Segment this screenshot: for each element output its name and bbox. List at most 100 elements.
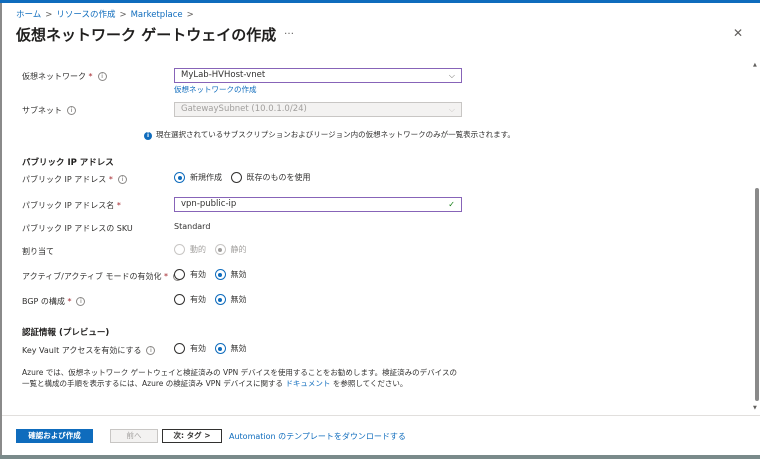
chevron-down-icon: ⌵	[448, 71, 455, 80]
radio-enabled[interactable]: 有効	[174, 269, 206, 280]
radio-button[interactable]	[214, 343, 226, 354]
radio-button[interactable]	[214, 294, 226, 305]
page-title: 仮想ネットワーク ゲートウェイの作成	[16, 26, 277, 44]
sku-value: Standard	[174, 222, 211, 231]
assignment-label: 割り当て	[22, 247, 54, 256]
note-text-end: を参照してください。	[330, 379, 408, 388]
checkmark-icon: ✓	[448, 200, 455, 209]
subnet-select[interactable]: GatewaySubnet (10.0.1.0/24) ⌵	[174, 102, 462, 117]
public-ip-name-input[interactable]: vpn-public-ip ✓	[174, 197, 462, 212]
public-ip-name-label: パブリック IP アドレス名 *	[22, 200, 121, 211]
scroll-up-icon[interactable]: ▲	[753, 62, 757, 68]
radio-label: 既存のものを使用	[246, 173, 311, 182]
breadcrumb-create-resource[interactable]: リソースの作成	[56, 10, 115, 20]
bgp-label: BGP の構成 * i	[22, 296, 86, 307]
scroll-down-icon[interactable]: ▼	[753, 405, 757, 411]
subnet-value: GatewaySubnet (10.0.1.0/24)	[181, 104, 307, 114]
info-icon[interactable]: i	[76, 297, 86, 306]
radio-button[interactable]	[174, 172, 185, 183]
documentation-link[interactable]: ドキュメント	[285, 379, 330, 388]
previous-button: 前へ	[110, 429, 158, 443]
public-ip-name-label-text: パブリック IP アドレス名	[22, 201, 115, 210]
public-ip-label: パブリック IP アドレス * i	[22, 174, 127, 185]
radio-button[interactable]	[174, 269, 185, 280]
radio-enabled[interactable]: 有効	[174, 343, 206, 354]
public-ip-section-title: パブリック IP アドレス	[22, 158, 114, 168]
radio-button	[174, 244, 185, 255]
radio-label: 有効	[190, 270, 206, 279]
chevron-right-icon: >	[45, 10, 53, 20]
radio-button[interactable]	[230, 172, 242, 183]
vnet-value: MyLab-HVHost-vnet	[181, 70, 266, 80]
key-vault-label: Key Vault アクセスを有効にする i	[22, 345, 156, 356]
radio-label: 有効	[190, 344, 206, 353]
info-icon[interactable]: i	[67, 106, 76, 115]
assignment-radio-group: 動的 静的	[174, 244, 253, 257]
vnet-select[interactable]: MyLab-HVHost-vnet ⌵	[174, 68, 462, 83]
breadcrumb-marketplace[interactable]: Marketplace	[131, 10, 183, 20]
breadcrumb-home[interactable]: ホーム	[16, 10, 41, 20]
active-active-label: アクティブ/アクティブ モードの有効化 *i	[22, 271, 183, 282]
radio-label: 無効	[230, 270, 247, 279]
review-create-button[interactable]: 確認および作成	[16, 429, 93, 443]
radio-label: 無効	[230, 344, 247, 353]
required-marker: *	[64, 297, 72, 306]
top-accent-bar	[0, 0, 760, 3]
radio-dynamic: 動的	[174, 244, 206, 255]
radio-disabled[interactable]: 無効	[214, 294, 247, 305]
radio-enabled[interactable]: 有効	[174, 294, 206, 305]
taskbar-edge	[0, 455, 760, 459]
radio-disabled[interactable]: 無効	[214, 269, 247, 280]
sku-label: パブリック IP アドレスの SKU	[22, 224, 133, 233]
active-active-label-text: アクティブ/アクティブ モードの有効化	[22, 272, 162, 281]
public-ip-label-text: パブリック IP アドレス	[22, 175, 107, 184]
chevron-right-icon: >	[186, 10, 194, 20]
radio-static: 静的	[214, 244, 247, 255]
required-marker: *	[114, 201, 121, 210]
bgp-radio-group: 有効 無効	[174, 294, 253, 307]
radio-label: 無効	[230, 295, 247, 304]
required-marker: *	[86, 72, 93, 81]
close-icon[interactable]: ✕	[733, 26, 743, 40]
info-icon[interactable]: i	[97, 72, 107, 81]
radio-label: 新規作成	[190, 173, 222, 182]
radio-use-existing[interactable]: 既存のものを使用	[230, 172, 311, 183]
create-vnet-link[interactable]: 仮想ネットワークの作成	[174, 84, 257, 95]
radio-label: 静的	[230, 245, 247, 254]
bgp-label-text: BGP の構成	[22, 297, 65, 306]
vnet-label-text: 仮想ネットワーク	[22, 72, 86, 81]
radio-button[interactable]	[174, 343, 185, 354]
radio-button	[214, 244, 226, 255]
info-message: i 現在選択されているサブスクリプションおよびリージョン内の仮想ネットワークのみが…	[144, 129, 515, 140]
scrollbar-thumb[interactable]	[755, 188, 759, 401]
vnet-label: 仮想ネットワーク * i	[22, 71, 107, 82]
radio-create-new[interactable]: 新規作成	[174, 172, 222, 183]
next-tags-button[interactable]: 次: タグ >	[162, 429, 222, 443]
info-icon[interactable]: i	[117, 175, 127, 184]
download-template-link[interactable]: Automation のテンプレートをダウンロードする	[229, 431, 406, 442]
radio-button[interactable]	[174, 294, 185, 305]
public-ip-radio-group: 新規作成 既存のものを使用	[174, 172, 317, 185]
subnet-label: サブネット i	[22, 105, 76, 116]
key-vault-radio-group: 有効 無効	[174, 343, 253, 356]
info-filled-icon: i	[144, 132, 152, 140]
vpn-device-note: Azure では、仮想ネットワーク ゲートウェイと検証済みの VPN デバイスを…	[22, 367, 462, 389]
radio-label: 動的	[190, 245, 206, 254]
public-ip-name-value: vpn-public-ip	[181, 199, 237, 209]
chevron-down-icon: ⌵	[448, 105, 455, 114]
radio-button[interactable]	[214, 269, 226, 280]
breadcrumb: ホーム > リソースの作成 > Marketplace >	[16, 8, 198, 20]
footer-divider	[2, 415, 760, 416]
required-marker: *	[161, 272, 169, 281]
vertical-scrollbar[interactable]: ▲ ▼	[753, 60, 760, 416]
auth-section-title: 認証情報 (プレビュー)	[22, 328, 110, 338]
info-text: 現在選択されているサブスクリプションおよびリージョン内の仮想ネットワークのみが一…	[156, 130, 515, 139]
panel-border	[0, 3, 2, 455]
required-marker: *	[106, 175, 113, 184]
more-options-icon[interactable]: …	[284, 26, 294, 37]
radio-disabled[interactable]: 無効	[214, 343, 247, 354]
chevron-right-icon: >	[119, 10, 127, 20]
radio-label: 有効	[190, 295, 206, 304]
info-icon[interactable]: i	[146, 346, 156, 355]
key-vault-label-text: Key Vault アクセスを有効にする	[22, 346, 142, 355]
